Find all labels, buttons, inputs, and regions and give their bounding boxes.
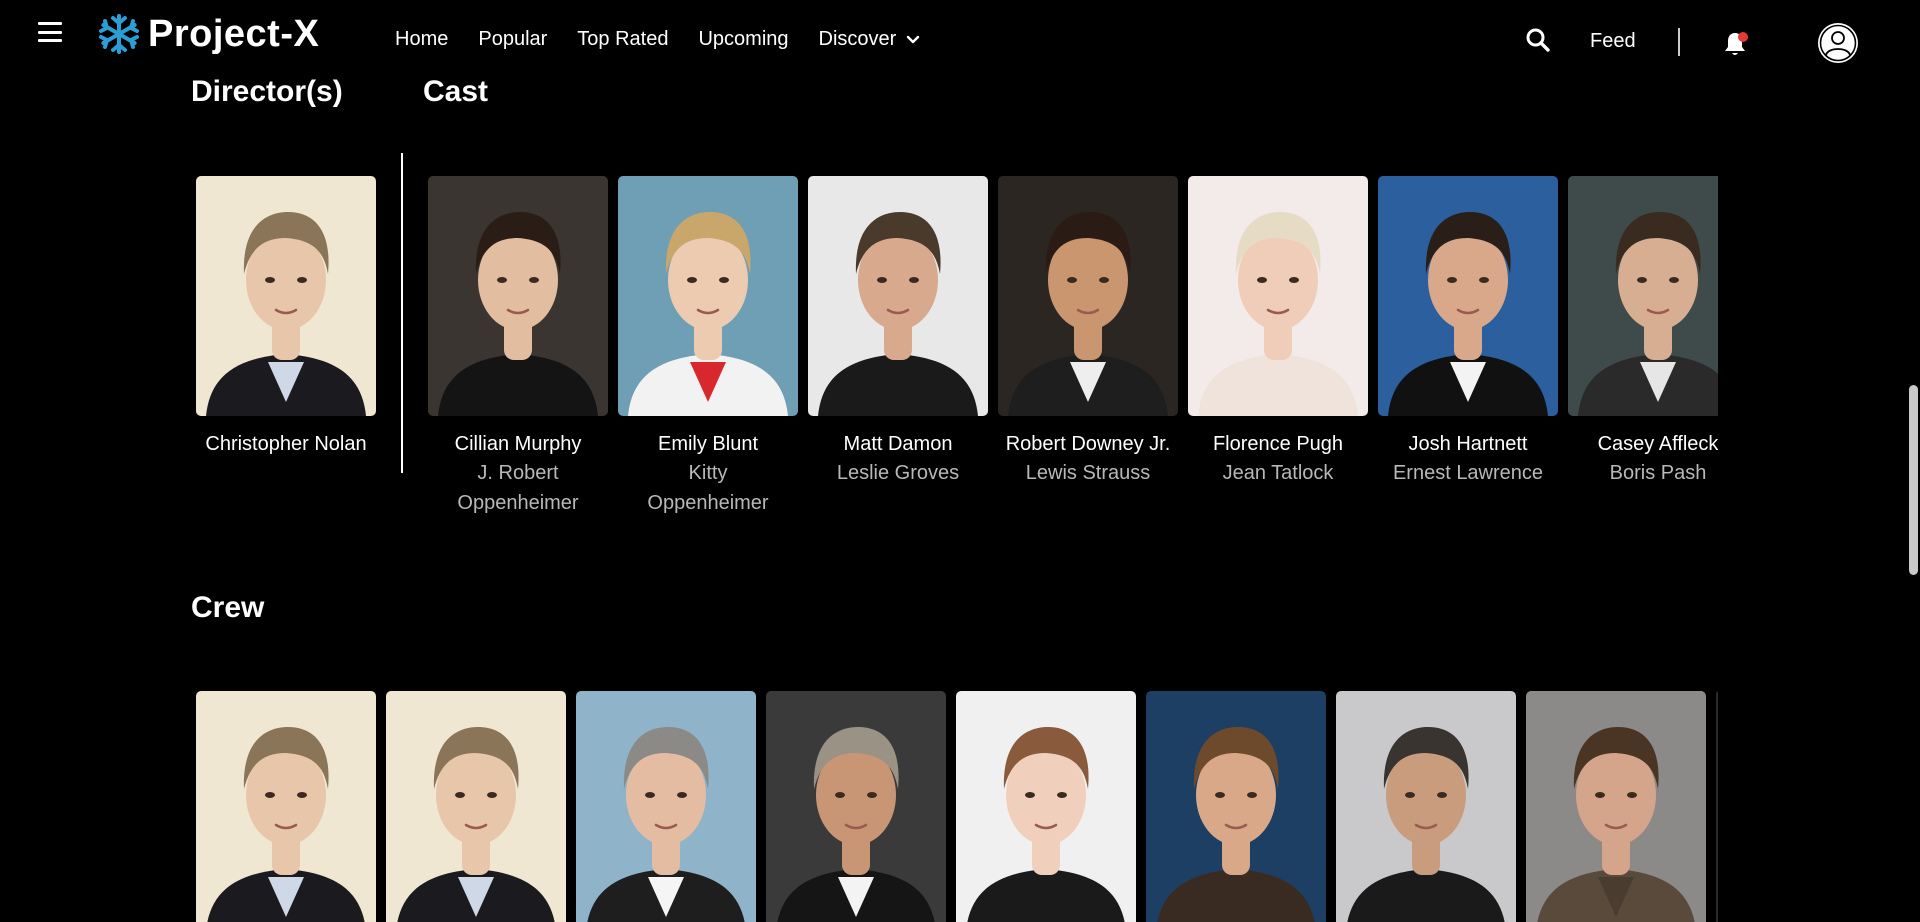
portrait-image: [576, 691, 756, 922]
nav-home-link[interactable]: Home: [395, 28, 448, 51]
cast-name: Casey Affleck: [1597, 433, 1718, 455]
notification-dot: [1738, 32, 1748, 42]
cast-name: Cillian Murphy: [454, 433, 582, 455]
cast-name: Matt Damon: [843, 433, 953, 455]
portrait-image: [1188, 176, 1368, 416]
cast-heading: Cast: [423, 75, 489, 108]
portrait-image: [618, 176, 798, 416]
crew-photo: [196, 691, 376, 922]
chevron-down-icon: [907, 35, 920, 43]
cast-card[interactable]: Cillian Murphy J. Robert Oppenheimer: [428, 176, 608, 518]
crew-heading: Crew: [191, 591, 265, 624]
portrait-image: [766, 691, 946, 922]
cast-name: Robert Downey Jr.: [1005, 433, 1171, 455]
feed-link[interactable]: Feed: [1590, 30, 1636, 53]
cast-role: Ernest Lawrence: [1392, 462, 1544, 484]
cast-card[interactable]: Matt Damon Leslie Groves: [808, 176, 988, 488]
directors-heading: Director(s): [191, 75, 343, 108]
cast-name: Emily Blunt: [657, 433, 759, 455]
crew-photo: [386, 691, 566, 922]
search-icon[interactable]: [1525, 27, 1551, 53]
cast-role: Leslie Groves: [836, 462, 960, 484]
cast-card[interactable]: Emily Blunt Kitty Oppenheimer: [618, 176, 798, 518]
cast-photo: [1188, 176, 1368, 416]
crew-card-partial[interactable]: [1716, 691, 1718, 922]
crew-photo: [766, 691, 946, 922]
cast-card[interactable]: Robert Downey Jr. Lewis Strauss: [998, 176, 1178, 488]
director-name: Christopher Nolan: [205, 433, 367, 455]
crew-photo: [1146, 691, 1326, 922]
portrait-image: [386, 691, 566, 922]
app-logo[interactable]: Project-X: [98, 12, 319, 56]
crew-card[interactable]: [196, 691, 376, 922]
top-navbar: Project-X Home Popular Top Rated Upcomin…: [0, 0, 1920, 78]
nav-divider: [1678, 28, 1680, 56]
nav-upcoming-link[interactable]: Upcoming: [698, 28, 788, 51]
director-photo: [196, 176, 376, 416]
cast-role: Kitty Oppenheimer: [647, 462, 769, 514]
crew-photo: [1336, 691, 1516, 922]
portrait-image: [1568, 176, 1718, 416]
cast-role: Jean Tatlock: [1222, 462, 1334, 484]
nav-discover-label: Discover: [818, 28, 897, 50]
cast-name: Florence Pugh: [1212, 433, 1344, 455]
portrait-image: [196, 176, 376, 416]
portrait-image: [1378, 176, 1558, 416]
nav-top-rated-link[interactable]: Top Rated: [577, 28, 668, 51]
crew-card[interactable]: [386, 691, 566, 922]
cast-photo: [618, 176, 798, 416]
crew-card[interactable]: [956, 691, 1136, 922]
portrait-image: [1526, 691, 1706, 922]
portrait-image: [956, 691, 1136, 922]
portrait-image: [998, 176, 1178, 416]
portrait-image: [196, 691, 376, 922]
nav-discover-dropdown[interactable]: Discover: [819, 28, 921, 51]
user-avatar-icon[interactable]: [1817, 22, 1859, 64]
main-nav: Home Popular Top Rated Upcoming Discover: [395, 28, 920, 51]
snowflake-logo-icon: [99, 14, 139, 54]
cast-photo: [998, 176, 1178, 416]
cast-name: Josh Hartnett: [1408, 433, 1528, 455]
cast-photo: [808, 176, 988, 416]
director-card[interactable]: Christopher Nolan: [196, 176, 376, 458]
cast-photo: [1568, 176, 1718, 416]
cast-card[interactable]: Casey Affleck Boris Pash: [1568, 176, 1718, 488]
crew-card[interactable]: [766, 691, 946, 922]
portrait-image: [428, 176, 608, 416]
crew-carousel[interactable]: [196, 691, 1718, 922]
menu-icon[interactable]: [38, 22, 62, 42]
crew-photo: [576, 691, 756, 922]
crew-photo: [956, 691, 1136, 922]
directors-cast-divider: [401, 153, 403, 473]
cast-card[interactable]: Florence Pugh Jean Tatlock: [1188, 176, 1368, 488]
cast-photo: [428, 176, 608, 416]
cast-card[interactable]: Josh Hartnett Ernest Lawrence: [1378, 176, 1558, 488]
crew-photo: [1526, 691, 1706, 922]
page-scrollbar-thumb[interactable]: [1909, 385, 1918, 575]
crew-card[interactable]: [1526, 691, 1706, 922]
cast-photo: [1378, 176, 1558, 416]
nav-popular-link[interactable]: Popular: [478, 28, 547, 51]
crew-card[interactable]: [1336, 691, 1516, 922]
portrait-image: [1336, 691, 1516, 922]
crew-photo: [1716, 691, 1718, 922]
crew-card[interactable]: [1146, 691, 1326, 922]
cast-carousel[interactable]: Cillian Murphy J. Robert Oppenheimer Emi…: [428, 176, 1718, 526]
cast-role: Lewis Strauss: [1025, 462, 1151, 484]
cast-role: J. Robert Oppenheimer: [457, 462, 579, 514]
portrait-image: [808, 176, 988, 416]
cast-role: Boris Pash: [1609, 462, 1707, 484]
app-title: Project-X: [148, 12, 320, 55]
crew-card[interactable]: [576, 691, 756, 922]
portrait-image: [1146, 691, 1326, 922]
